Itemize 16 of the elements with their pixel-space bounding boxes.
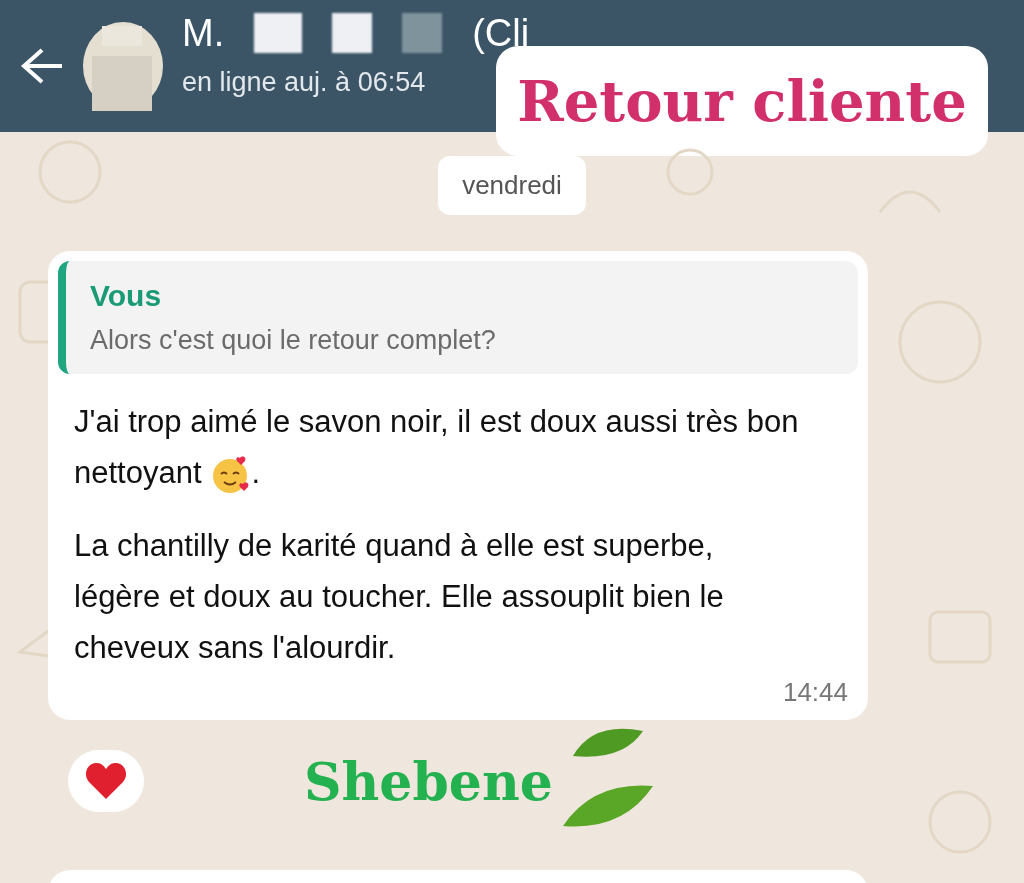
quote-text: Alors c'est quoi le retour complet? xyxy=(90,325,497,356)
message-text: J'ai trop aimé le savon noir, il est doux aussi très bon nettoyant . xyxy=(74,396,804,498)
back-arrow-icon[interactable] xyxy=(20,46,64,86)
last-seen-status: en ligne auj. à 06:54 xyxy=(182,66,427,98)
quote-author: Vous xyxy=(90,279,163,313)
date-chip: vendredi xyxy=(438,156,586,215)
message-time: 14:44 xyxy=(782,677,848,708)
redaction-patch xyxy=(402,12,443,53)
redaction-patch xyxy=(254,12,303,53)
redaction-patch xyxy=(332,12,373,53)
contact-name: M. xyxy=(182,13,225,52)
brand-logo-text: Shebene xyxy=(304,750,553,812)
quoted-message[interactable]: Vous Alors c'est quoi le retour complet? xyxy=(58,261,858,374)
message-text: La chantilly de karité quand à elle est superbe, légère et doux au toucher. Elle assouplit bien le cheveux sans l'alourdir. xyxy=(74,527,725,667)
heart-icon xyxy=(84,761,128,801)
overlay-caption: Retour cliente xyxy=(496,46,988,156)
